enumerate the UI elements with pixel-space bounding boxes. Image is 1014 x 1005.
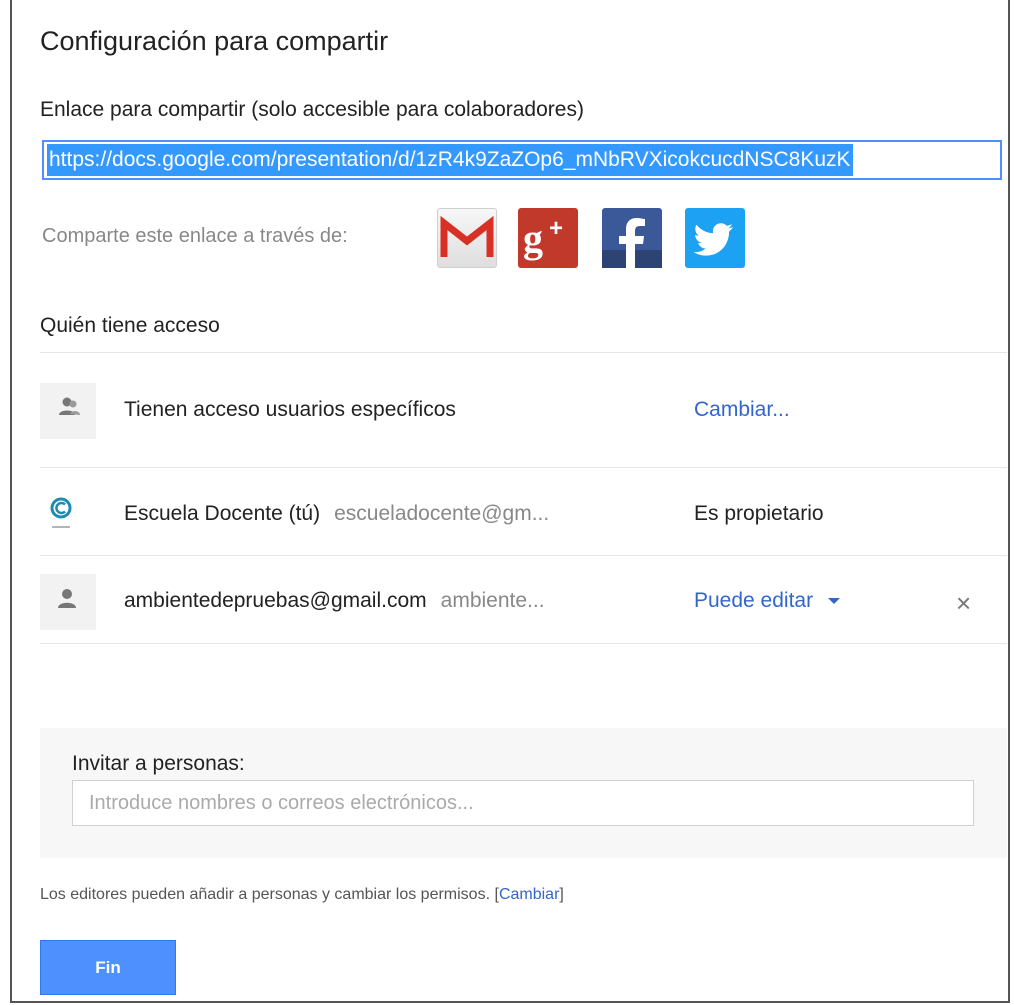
svg-text:g: g [523,216,543,261]
invite-label: Invitar a personas: [72,752,245,775]
divider [40,467,1007,468]
share-settings-dialog: Configuración para compartir Enlace para… [10,0,1010,1003]
change-visibility-link[interactable]: Cambiar... [694,398,790,422]
gmail-icon[interactable] [437,208,497,268]
owner-avatar [40,490,96,540]
bracket-close: ] [559,886,564,903]
done-button[interactable]: Fin [40,940,176,995]
editor-entry: ambientedepruebas@gmail.com ambiente... [124,589,545,613]
facebook-icon[interactable] [602,208,662,268]
visibility-icon-box [40,383,96,439]
divider [40,643,1007,644]
editors-note: Los editores pueden añadir a personas y … [40,886,564,904]
person-icon [58,589,76,608]
caret-down-icon [827,598,840,605]
people-icon [59,397,80,415]
share-link-label: Enlace para compartir (solo accesible pa… [40,98,584,121]
google-plus-icon[interactable]: g + [518,208,578,268]
divider [40,352,1007,353]
permission-dropdown[interactable]: Puede editar [694,589,841,613]
remove-person-button[interactable]: × [956,588,971,619]
editor-name: ambientedepruebas@gmail.com [124,589,427,612]
share-via-label: Comparte este enlace a través de: [42,225,348,247]
editor-email: ambiente... [440,589,545,612]
owner-email: escueladocente@gm... [334,502,550,525]
owner-role: Es propietario [694,502,824,525]
visibility-text: Tienen acceso usuarios específicos [124,398,456,421]
editor-avatar [40,574,96,630]
share-link-field[interactable]: https://docs.google.com/presentation/d/1… [42,140,1002,180]
divider [40,555,1007,556]
twitter-icon[interactable] [685,208,745,268]
dialog-title: Configuración para compartir [40,26,389,56]
editors-note-text: Los editores pueden añadir a personas y … [40,886,491,903]
access-heading: Quién tiene acceso [40,314,220,337]
svg-text:+: + [549,215,563,242]
invite-input[interactable] [72,780,974,826]
permission-label: Puede editar [694,589,814,612]
share-link-url[interactable]: https://docs.google.com/presentation/d/1… [47,144,853,176]
owner-entry: Escuela Docente (tú) escueladocente@gm... [124,502,549,526]
owner-name: Escuela Docente (tú) [124,502,321,525]
change-permissions-link[interactable]: Cambiar [499,886,559,903]
